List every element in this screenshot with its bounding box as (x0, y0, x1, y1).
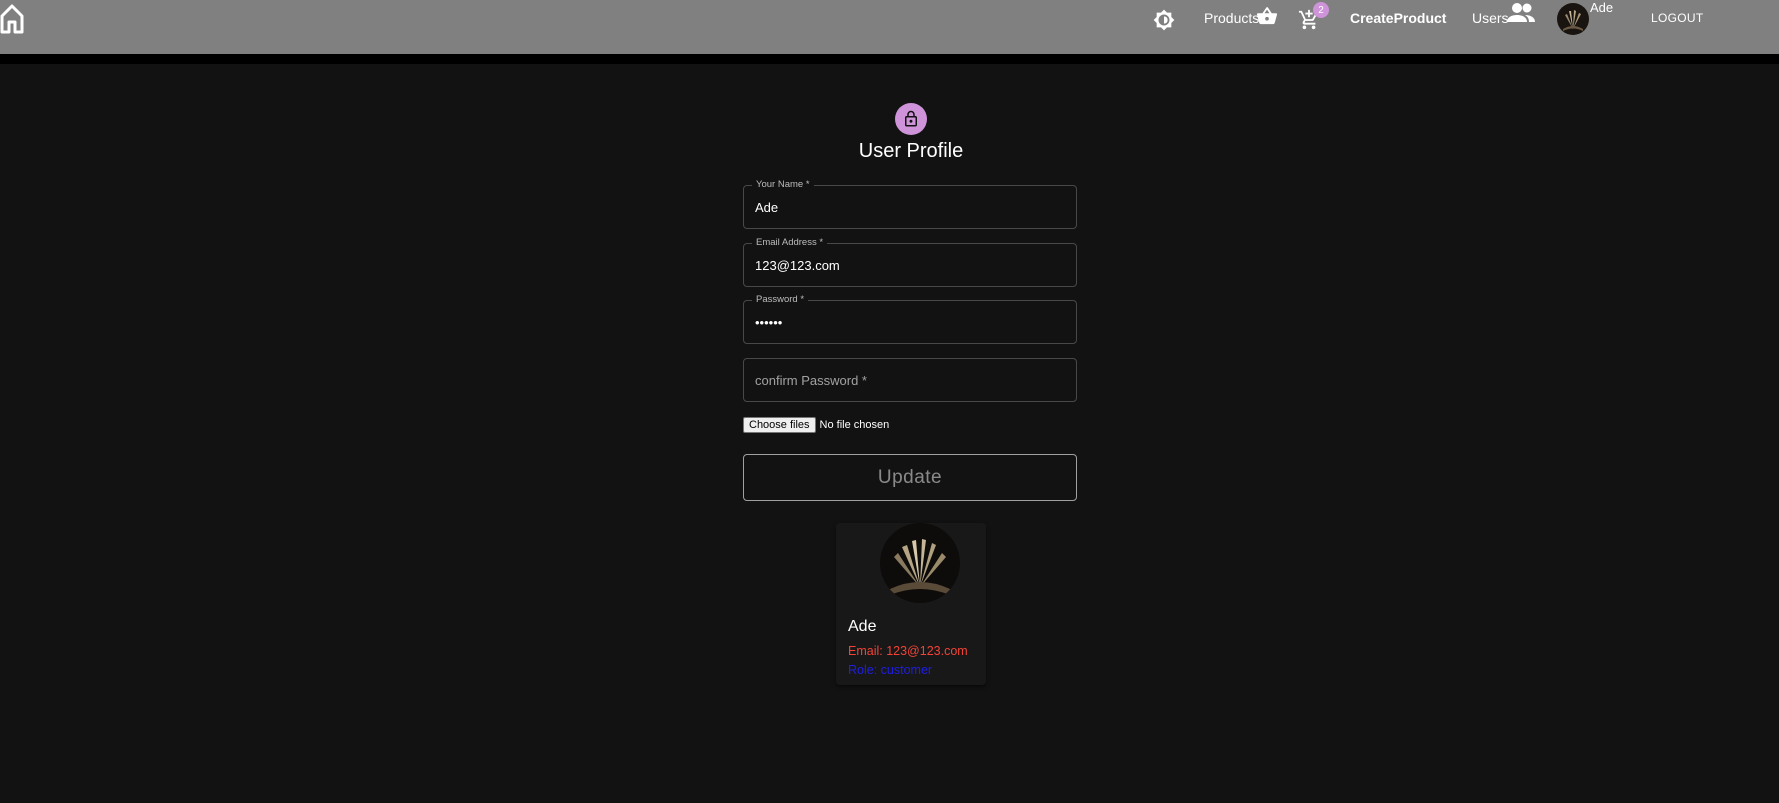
update-button[interactable]: Update (743, 454, 1077, 501)
confirm-password-field[interactable] (743, 358, 1077, 402)
profile-image (880, 523, 960, 603)
password-input[interactable] (744, 301, 1076, 343)
home-icon[interactable] (0, 2, 24, 34)
password-field[interactable]: Password * (743, 294, 1077, 344)
book-photo-icon (880, 523, 960, 603)
nav-create-product-link[interactable]: CreateProduct (1350, 0, 1446, 36)
choose-files-button[interactable]: Choose files (743, 417, 816, 433)
logout-button[interactable]: LOGOUT (1651, 11, 1703, 25)
lock-icon (905, 110, 917, 127)
profile-card: Ade Email: 123@123.com Role: customer (836, 523, 986, 685)
nav-products-link[interactable]: Products (1204, 0, 1259, 36)
file-status: No file chosen (819, 419, 890, 431)
name-input[interactable] (744, 186, 1076, 228)
email-input[interactable] (744, 244, 1076, 286)
basket-icon[interactable] (1256, 6, 1278, 26)
users-icon[interactable] (1506, 2, 1536, 24)
theme-toggle-icon[interactable] (1153, 9, 1175, 31)
profile-card-name: Ade (848, 618, 877, 635)
name-field[interactable]: Your Name * (743, 179, 1077, 229)
profile-card-email: Email: 123@123.com (848, 644, 968, 658)
email-field[interactable]: Email Address * (743, 237, 1077, 287)
confirm-password-input[interactable] (744, 359, 1076, 401)
lock-avatar (895, 103, 927, 135)
cart-button[interactable]: 2 (1298, 2, 1329, 32)
page-title: User Profile (858, 140, 964, 162)
profile-card-role: Role: customer (848, 663, 933, 677)
nav-username: Ade (1590, 0, 1614, 15)
file-upload: Choose files No file chosen (743, 417, 889, 433)
nav-users-link[interactable]: Users (1472, 0, 1509, 36)
cart-count-badge: 2 (1313, 2, 1329, 18)
user-avatar[interactable] (1557, 3, 1589, 35)
app-bar-divider (0, 54, 1779, 64)
book-photo-icon (1557, 3, 1589, 35)
